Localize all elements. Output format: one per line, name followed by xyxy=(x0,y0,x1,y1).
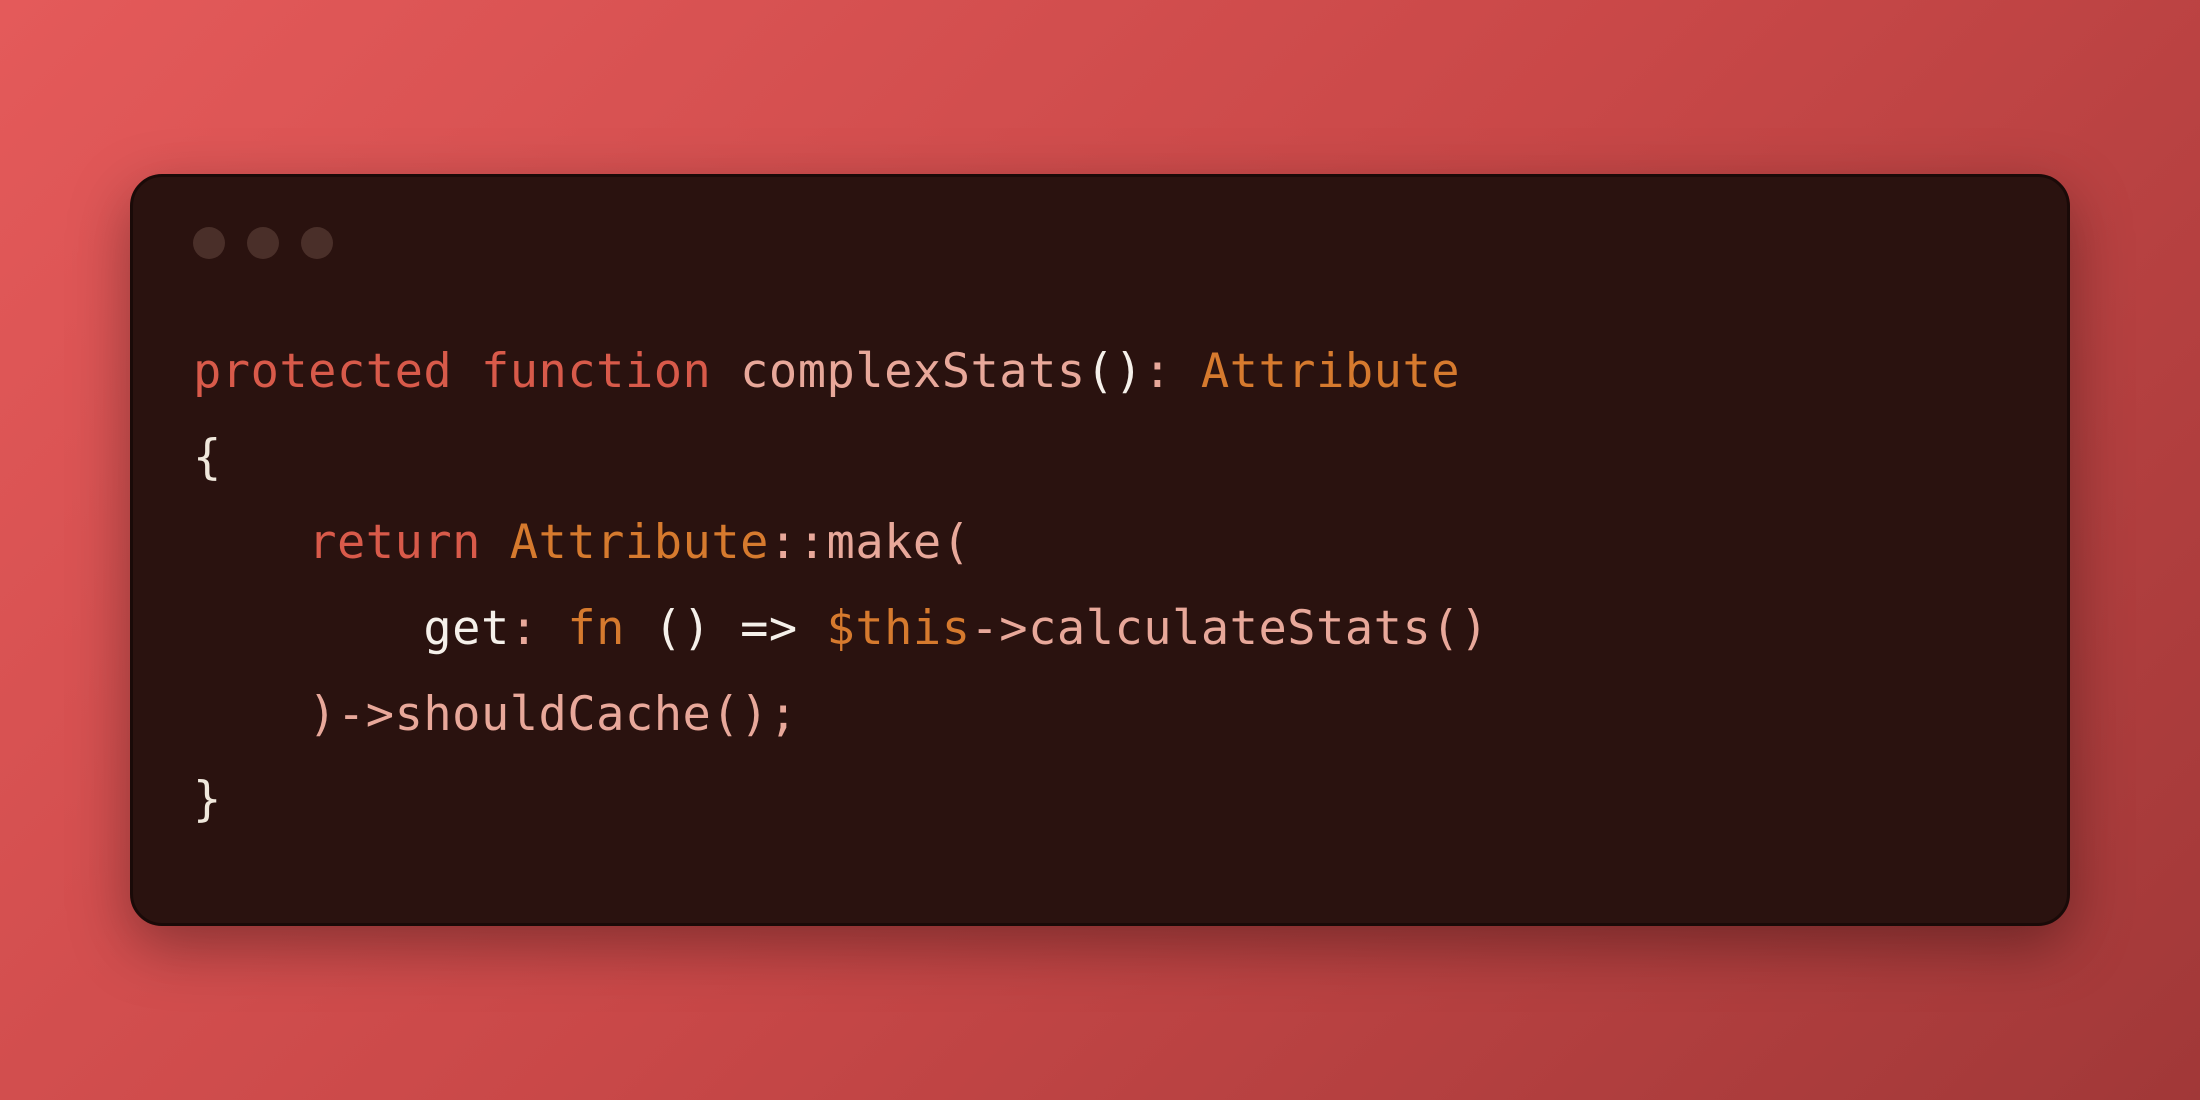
space xyxy=(481,515,510,570)
code-block: protected function complexStats(): Attri… xyxy=(193,329,2007,842)
paren-pair: () xyxy=(625,601,740,656)
traffic-light-zoom-icon[interactable] xyxy=(301,227,333,259)
named-arg-get: get xyxy=(423,601,509,656)
paren-open: ( xyxy=(942,515,971,570)
paren-pair: () xyxy=(1431,601,1489,656)
paren-pair: () xyxy=(1086,344,1144,399)
colon: : xyxy=(1143,344,1201,399)
keyword-return: return xyxy=(308,515,481,570)
function-name: complexStats xyxy=(740,344,1086,399)
colon: : xyxy=(510,601,539,656)
keyword-fn: fn xyxy=(567,601,625,656)
indent xyxy=(193,601,423,656)
keyword-protected: protected xyxy=(193,344,452,399)
method-make: make xyxy=(827,515,942,570)
class-name: Attribute xyxy=(510,515,769,570)
arrow-fn: => xyxy=(740,601,798,656)
paren-pair: () xyxy=(711,687,769,742)
semicolon: ; xyxy=(769,687,798,742)
traffic-light-close-icon[interactable] xyxy=(193,227,225,259)
indent xyxy=(193,515,308,570)
space xyxy=(452,344,481,399)
space xyxy=(711,344,740,399)
indent xyxy=(193,687,308,742)
traffic-light-minimize-icon[interactable] xyxy=(247,227,279,259)
method-shouldcache: shouldCache xyxy=(395,687,712,742)
space xyxy=(539,601,568,656)
object-arrow: -> xyxy=(971,601,1029,656)
variable-this: $this xyxy=(827,601,971,656)
return-type: Attribute xyxy=(1201,344,1460,399)
brace-open: { xyxy=(193,430,222,485)
object-arrow: -> xyxy=(337,687,395,742)
brace-close: } xyxy=(193,772,222,827)
scope-operator: :: xyxy=(769,515,827,570)
window-titlebar xyxy=(193,227,2007,259)
paren-close: ) xyxy=(308,687,337,742)
space xyxy=(798,601,827,656)
code-window: protected function complexStats(): Attri… xyxy=(130,174,2070,925)
method-calculate: calculateStats xyxy=(1028,601,1431,656)
keyword-function: function xyxy=(481,344,711,399)
